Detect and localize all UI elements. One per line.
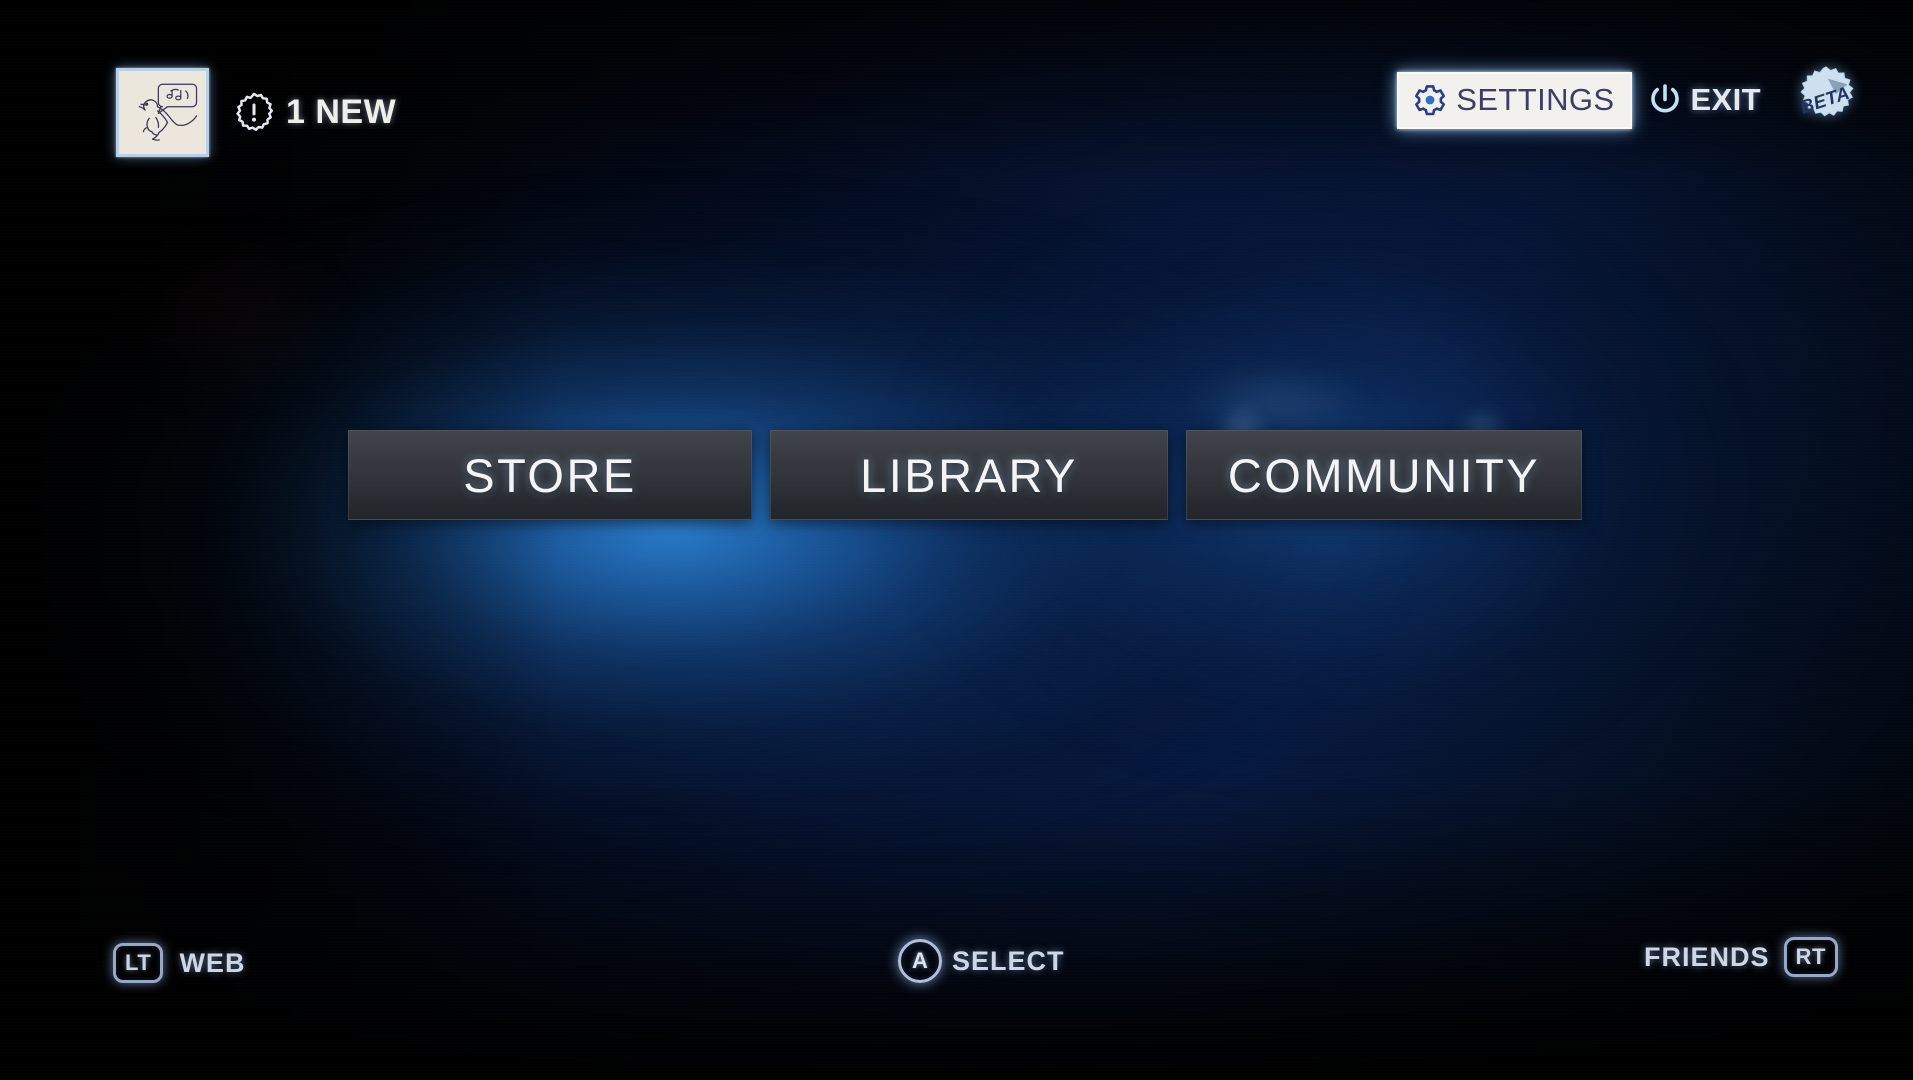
select-hint-label: SELECT (952, 945, 1065, 976)
settings-button[interactable]: SETTINGS (1397, 71, 1633, 129)
main-menu: STORE LIBRARY COMMUNITY (348, 430, 1582, 520)
store-button-label: STORE (463, 448, 637, 502)
select-hint[interactable]: A SELECT (898, 939, 1065, 983)
topbar-right-group: SETTINGS EXIT BETA (1397, 64, 1865, 136)
gear-icon (1415, 84, 1446, 115)
power-icon (1651, 84, 1680, 113)
exit-label: EXIT (1690, 82, 1761, 117)
settings-label: SETTINGS (1456, 81, 1615, 117)
starburst-badge-icon: BETA (1797, 66, 1854, 118)
a-button-icon: A (898, 939, 942, 983)
big-picture-screen: 1 NEW SETTINGS EXIT BETA STORE LIBRARY C… (0, 0, 1913, 1080)
store-button[interactable]: STORE (348, 430, 752, 520)
topbar-left-group: 1 NEW (116, 68, 396, 157)
library-button[interactable]: LIBRARY (770, 430, 1168, 520)
rt-button-icon: RT (1783, 937, 1839, 977)
web-hint-label: WEB (179, 947, 246, 978)
friends-hint[interactable]: FRIENDS RT (1644, 937, 1839, 977)
notification-count-label: 1 NEW (286, 93, 397, 131)
beta-badge: BETA (1787, 64, 1865, 136)
friends-hint-label: FRIENDS (1644, 941, 1770, 972)
notification-badge[interactable]: 1 NEW (233, 92, 396, 134)
library-button-label: LIBRARY (860, 448, 1078, 502)
user-avatar[interactable] (116, 68, 209, 157)
web-hint[interactable]: LT WEB (113, 943, 245, 983)
dinosaur-sketch-avatar (138, 83, 198, 141)
exit-button[interactable]: EXIT (1646, 81, 1761, 119)
screen-noise-texture (0, 0, 1913, 1080)
community-button-label: COMMUNITY (1227, 448, 1541, 502)
lt-button-icon: LT (113, 943, 164, 983)
alert-burst-icon (236, 92, 273, 131)
community-button[interactable]: COMMUNITY (1186, 430, 1582, 520)
